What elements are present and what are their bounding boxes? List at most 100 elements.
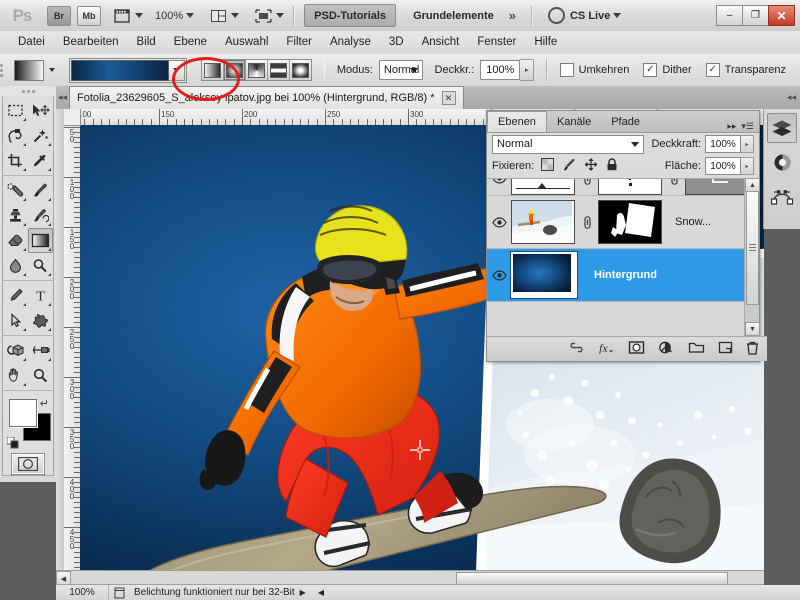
gradient-preview-swatch[interactable] [70,59,169,81]
clone-stamp-tool[interactable] [3,203,28,228]
blend-mode-select[interactable]: Normal [378,60,423,80]
ruler-corner[interactable] [64,109,81,126]
layer-link-icon-2[interactable] [667,179,681,185]
menu-hilfe[interactable]: Hilfe [525,31,566,54]
status-doc-icon[interactable] [109,587,131,599]
workspace-overflow-icon[interactable]: » [503,8,522,23]
dither-checkbox-row[interactable]: ✓ Dither [643,63,692,77]
layer-blend-mode-select[interactable]: Normal [492,134,645,154]
diamond-gradient-button[interactable] [289,60,311,80]
layers-scroll-up-icon[interactable]: ▲ [745,178,760,192]
menu-analyse[interactable]: Analyse [321,31,380,54]
screen-mode-dropdown[interactable] [208,7,240,24]
menu-auswahl[interactable]: Auswahl [216,31,277,54]
cs-live-button[interactable]: CS Live [547,7,622,24]
dodge-tool[interactable] [28,253,53,278]
opacity-slider-button[interactable]: ▸ [520,59,535,81]
angle-gradient-button[interactable] [245,60,268,80]
layer-extra-thumbnail[interactable] [685,179,749,195]
eraser-tool[interactable] [3,228,28,253]
layer-mask-thumbnail[interactable] [598,179,662,195]
tools-panel-grip[interactable] [0,86,56,96]
layer-visibility-toggle[interactable] [487,216,511,228]
crop-tool[interactable] [3,148,28,173]
layer-fill-slider-button[interactable]: ▸ [741,157,754,175]
close-button[interactable]: ✕ [768,5,795,26]
paths-dock-icon[interactable] [767,181,797,211]
restore-button[interactable]: ❐ [742,5,769,26]
custom-shape-tool[interactable] [28,308,53,333]
new-layer-icon[interactable] [718,341,733,357]
layer-visibility-toggle[interactable] [487,269,511,281]
history-brush-tool[interactable] [28,203,53,228]
foreground-color-swatch[interactable] [9,399,37,427]
hand-tool[interactable] [3,363,28,388]
titlebar-zoom-value[interactable]: 100% [155,10,183,22]
reverse-checkbox-row[interactable]: Umkehren [559,63,629,77]
magic-wand-tool[interactable] [28,123,53,148]
layer-link-icon[interactable] [580,215,594,229]
eyedropper-tool[interactable] [28,148,53,173]
gradient-tool[interactable] [28,228,53,253]
document-tab[interactable]: Fotolia_23629605_S_aleksey ipatov.jpg be… [69,86,464,109]
tool-preset-picker[interactable] [13,59,55,81]
layer-style-fx-icon[interactable]: fx [598,341,615,357]
gradient-preset-dropdown[interactable] [168,59,185,81]
layers-scroll-thumb[interactable] [746,191,759,305]
transparency-checkbox[interactable]: ✓ [705,63,720,77]
layer-thumbnail[interactable] [511,200,575,244]
status-collapse-arrow-icon[interactable]: ◀ [318,588,324,597]
radial-gradient-button[interactable] [223,60,246,80]
healing-brush-tool[interactable] [3,178,28,203]
document-tab-close-icon[interactable]: ✕ [441,91,456,105]
swap-colors-icon[interactable]: ↵ [40,397,49,410]
layers-scroll-down-icon[interactable]: ▼ [745,322,760,336]
3d-object-rotate-tool[interactable] [3,338,28,363]
menu-bearbeiten[interactable]: Bearbeiten [54,31,128,54]
add-layer-mask-icon[interactable] [628,341,645,357]
table-row[interactable] [487,179,759,196]
bridge-button[interactable]: Br [47,5,71,26]
color-adjustments-dock-icon[interactable] [767,147,797,177]
view-extras-dropdown[interactable] [112,7,143,24]
tabstrip-right-grip[interactable]: ◂◂ [787,92,800,103]
layer-visibility-toggle[interactable] [487,179,511,184]
layer-mask-thumbnail[interactable] [598,200,662,244]
screen-mode-button[interactable] [253,7,285,24]
zoom-tool[interactable] [28,363,53,388]
lock-transparent-pixels-icon[interactable] [541,158,555,174]
type-tool[interactable]: T [28,283,53,308]
layers-panel-scrollbar[interactable]: ▲ ▼ [744,178,760,336]
menu-ebene[interactable]: Ebene [165,31,216,54]
reverse-checkbox[interactable] [559,63,574,77]
default-colors-icon[interactable] [6,436,19,449]
lasso-tool[interactable] [3,123,28,148]
delete-layer-icon[interactable] [746,341,759,358]
workspace-tab-grundelemente[interactable]: Grundelemente [404,5,503,26]
table-row[interactable]: Hintergrund [487,249,759,302]
menu-3d[interactable]: 3D [380,31,413,54]
layer-thumbnail[interactable] [511,179,575,195]
lock-image-pixels-icon[interactable] [562,158,576,174]
3d-camera-rotate-tool[interactable] [28,338,53,363]
menu-datei[interactable]: Datei [9,31,54,54]
layer-name[interactable]: Hintergrund [594,269,657,281]
new-group-icon[interactable] [688,341,705,357]
pen-tool[interactable] [3,283,28,308]
layer-link-icon[interactable] [580,179,594,185]
layer-list[interactable]: Snow... Hintergrund [487,178,759,337]
menu-ansicht[interactable]: Ansicht [413,31,469,54]
tab-kanaele[interactable]: Kanäle [547,112,601,132]
linear-gradient-button[interactable] [201,60,224,80]
link-layers-icon[interactable] [568,342,585,356]
minimize-button[interactable]: – [716,5,743,26]
opacity-input[interactable]: 100% [480,60,521,80]
menu-bild[interactable]: Bild [127,31,164,54]
zoom-chevron-down-icon[interactable] [186,13,195,18]
lock-position-icon[interactable] [584,158,598,174]
brush-tool[interactable] [28,178,53,203]
layer-thumbnail[interactable] [510,251,578,299]
path-selection-tool[interactable] [3,308,28,333]
quick-mask-button[interactable] [11,453,45,475]
blur-tool[interactable] [3,253,28,278]
